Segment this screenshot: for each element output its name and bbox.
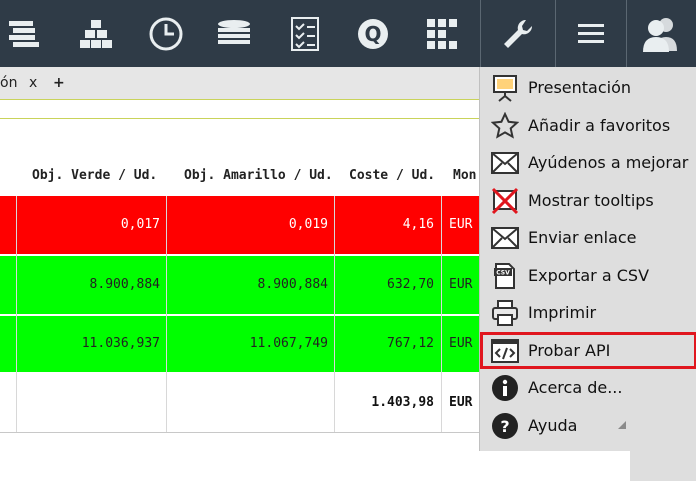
menu-item-label: Ayuda (528, 416, 578, 435)
menu-item-imprimir[interactable]: Imprimir (480, 294, 696, 331)
table-row[interactable]: 0,017 0,019 4,16 EUR (0, 196, 480, 254)
user-icon[interactable] (631, 0, 691, 67)
menu-item-mostrar-tooltips[interactable]: Mostrar tooltips (480, 182, 696, 219)
cell-obj-amarillo: 11.067,749 (249, 336, 328, 351)
header-moneda[interactable]: Mon (453, 168, 476, 183)
column-divider (16, 196, 17, 432)
svg-text:CSV: CSV (496, 269, 510, 276)
list-bars-icon[interactable] (0, 0, 54, 67)
menu-item-label: Acerca de... (528, 378, 623, 397)
menu-item-label: Presentación (528, 78, 632, 97)
header-obj-amarillo[interactable]: Obj. Amarillo / Ud. (184, 168, 333, 183)
toolbar-separator (555, 0, 556, 67)
total-row: 1.403,98 EUR (0, 374, 480, 433)
hamburger-icon[interactable] (561, 0, 621, 67)
menu-item-exportar-csv[interactable]: CSV Exportar a CSV (480, 257, 696, 294)
cell-obj-amarillo: 0,019 (288, 217, 328, 232)
checklist-icon[interactable] (275, 0, 335, 67)
cell-coste: 767,12 (387, 336, 434, 351)
svg-text:?: ? (500, 417, 509, 436)
header-obj-verde[interactable]: Obj. Verde / Ud. (32, 168, 157, 183)
table-row[interactable]: 11.036,937 11.067,749 767,12 EUR (0, 316, 480, 372)
total-moneda: EUR (449, 395, 473, 410)
envelope-icon (490, 148, 520, 178)
menu-item-label: Ayúdenos a mejorar (528, 153, 689, 172)
menu-item-enviar-enlace[interactable]: Enviar enlace (480, 219, 696, 256)
toolbar-separator (480, 0, 481, 67)
grid-icon[interactable] (412, 0, 472, 67)
menu-item-presentacion[interactable]: Presentación (480, 69, 696, 106)
submenu-arrow-icon (618, 421, 626, 429)
printer-icon (490, 298, 520, 328)
cell-obj-verde: 0,017 (120, 217, 160, 232)
menu-item-ayuda[interactable]: ? Ayuda (480, 407, 696, 444)
star-icon (490, 111, 520, 141)
coins-icon[interactable] (204, 0, 264, 67)
cell-obj-verde: 11.036,937 (81, 336, 160, 351)
wrench-icon[interactable] (488, 0, 548, 67)
stack-boxes-icon[interactable] (66, 0, 126, 67)
toolbar-separator (626, 0, 627, 67)
menu-item-label: Imprimir (528, 303, 597, 322)
menu-item-label: Probar API (528, 341, 611, 360)
total-coste: 1.403,98 (371, 395, 434, 410)
column-divider (441, 196, 442, 432)
cell-moneda: EUR (449, 336, 473, 351)
svg-text:Q: Q (364, 22, 381, 46)
code-icon (490, 336, 520, 366)
top-toolbar: Q (0, 0, 696, 67)
help-icon: ? (490, 411, 520, 441)
menu-item-label: Mostrar tooltips (528, 191, 654, 210)
table-row[interactable]: 8.900,884 8.900,884 632,70 EUR (0, 256, 480, 314)
cell-coste: 632,70 (387, 277, 434, 292)
cell-obj-verde: 8.900,884 (89, 277, 160, 292)
envelope-icon (490, 223, 520, 253)
menu-item-label: Añadir a favoritos (528, 116, 671, 135)
presentation-icon (490, 73, 520, 103)
info-icon (490, 373, 520, 403)
menu-item-probar-api[interactable]: Probar API (480, 332, 696, 369)
tools-dropdown-menu: Presentación Añadir a favoritos Ayúdenos… (479, 67, 696, 451)
menu-item-label: Exportar a CSV (528, 266, 650, 285)
cell-obj-amarillo: 8.900,884 (257, 277, 328, 292)
menu-item-label: Enviar enlace (528, 228, 637, 247)
tab-close-button[interactable]: x (29, 75, 37, 91)
csv-icon: CSV (490, 261, 520, 291)
tooltip-off-icon (490, 186, 520, 216)
q-logo-icon[interactable]: Q (343, 0, 403, 67)
menu-item-favoritos[interactable]: Añadir a favoritos (480, 107, 696, 144)
cell-coste: 4,16 (402, 217, 434, 232)
cell-moneda: EUR (449, 217, 473, 232)
menu-item-ayudenos[interactable]: Ayúdenos a mejorar (480, 144, 696, 181)
scrollbar-area[interactable] (630, 451, 696, 481)
cell-moneda: EUR (449, 277, 473, 292)
add-tab-button[interactable]: + (53, 75, 65, 91)
menu-item-acerca-de[interactable]: Acerca de... (480, 369, 696, 406)
tab-label[interactable]: ón (0, 75, 17, 91)
clock-icon[interactable] (136, 0, 196, 67)
column-divider (334, 196, 335, 432)
header-coste[interactable]: Coste / Ud. (349, 168, 435, 183)
column-divider (166, 196, 167, 432)
